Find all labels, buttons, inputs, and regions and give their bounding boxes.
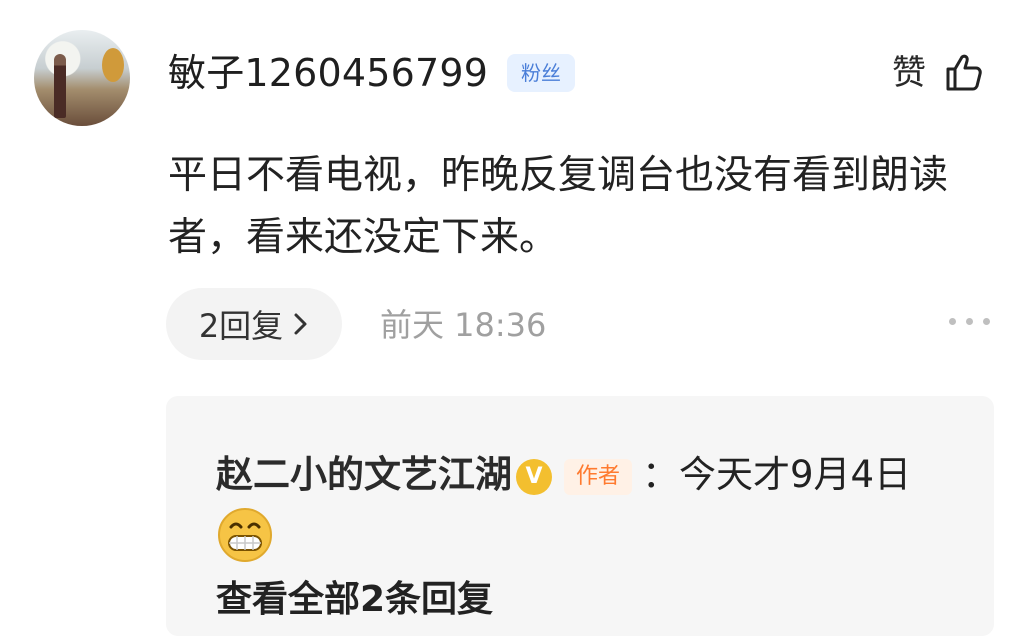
verified-v-icon: V (516, 458, 552, 495)
comment-text: 平日不看电视，昨晚反复调台也没有看到朗读者，看来还没定下来。 (168, 153, 949, 260)
reply-preview[interactable]: 赵二小的文艺江湖 V 作者 ：今天才9月4日 (216, 446, 944, 564)
dot (966, 318, 973, 325)
author-tag: 作者 (564, 458, 633, 495)
comment-time: 前天 18:36 (380, 306, 547, 344)
chevron-right-icon (294, 313, 307, 335)
fan-badge: 粉丝 (507, 54, 575, 92)
like-label: 赞 (892, 53, 926, 93)
comment-username[interactable]: 敏子1260456799 (168, 48, 488, 98)
grin-emoji-icon (218, 507, 272, 562)
more-dots-icon[interactable] (949, 318, 990, 325)
thumb-up-icon (946, 54, 982, 91)
reply-author[interactable]: 赵二小的文艺江湖 (216, 453, 512, 496)
reply-count-label: 2回复 (198, 307, 284, 345)
dot (983, 318, 990, 325)
dot (949, 318, 956, 325)
reply-separator: ： (642, 453, 680, 496)
avatar-figure (54, 54, 66, 118)
like-button[interactable]: 赞 (892, 48, 984, 98)
user-avatar[interactable] (34, 30, 130, 126)
replies-button[interactable]: 2回复 (166, 288, 342, 360)
avatar-tree (102, 48, 124, 82)
view-all-replies-link[interactable]: 查看全部2条回复 (216, 575, 493, 625)
reply-text: 今天才9月4日 (679, 453, 912, 496)
